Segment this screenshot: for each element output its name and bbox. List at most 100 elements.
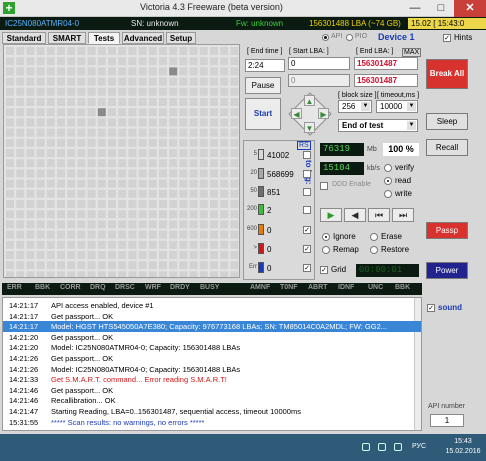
scan-block [220,220,229,229]
reverse-button[interactable]: ◀ [344,208,366,222]
arrow-left-icon[interactable]: ◀ [291,108,302,119]
log-row[interactable]: 14:21:47 Starting Reading, LBA=0..1563014… [3,406,421,417]
skip-forward-button[interactable]: ⏭ [392,208,414,222]
scan-block [87,210,96,219]
stat-log-checkbox[interactable]: ✓ [303,226,311,234]
scan-block [199,159,208,168]
log-row[interactable]: 14:21:33 Get S.M.A.R.T. command... Error … [3,374,421,385]
stat-log-checkbox[interactable] [303,206,311,214]
maximize-button[interactable]: □ [428,0,454,17]
skip-back-button[interactable]: ⏮ [368,208,390,222]
log-row[interactable]: 15:31:55 ***** Scan results: no warnings,… [3,417,421,428]
log-row[interactable]: 14:21:46 Get passport... OK [3,385,421,396]
play-button[interactable]: ▶ [320,208,342,222]
log-row[interactable]: 14:21:26 Model: IC25N080ATMR04-0; Capacit… [3,364,421,375]
stat-threshold: 600 [246,226,257,232]
scan-block [26,240,35,249]
pause-button[interactable]: Pause [245,77,281,94]
scan-block [118,210,127,219]
scan-block [179,128,188,137]
ignore-radio[interactable] [322,233,330,241]
log-row[interactable]: 14:21:20 Get passport... OK [3,332,421,343]
log-row[interactable]: 14:21:20 Model: IC25N080ATMR04-0; Capacit… [3,342,421,353]
log-row[interactable]: 14:21:26 Get passport... OK [3,353,421,364]
recall-button[interactable]: Recall [426,139,468,156]
scan-block [128,189,137,198]
clock-time[interactable]: 15:43 [443,438,483,445]
stat-log-checkbox[interactable] [303,170,311,178]
scan-block [128,149,137,157]
tab-setup[interactable]: Setup [166,32,196,44]
close-button[interactable]: ✕ [454,0,486,17]
stat-color-swatch [258,204,264,215]
ddd-enable-checkbox[interactable] [320,182,328,190]
erase-radio[interactable] [370,233,378,241]
end-lba-field-secondary[interactable]: 156301487 [354,74,418,87]
arrow-down-icon[interactable]: ▼ [304,122,315,133]
scan-block [138,47,147,55]
write-radio[interactable] [384,190,392,198]
scan-block [57,57,65,66]
end-action-select[interactable]: End of test ▼ [338,119,418,132]
device-label[interactable]: Device 1 [378,32,415,42]
scan-block [179,220,188,229]
passport-button[interactable]: Passp [426,222,468,239]
sleep-button[interactable]: Sleep [426,113,468,130]
network-icon[interactable] [362,443,370,451]
stat-log-checkbox[interactable] [303,151,311,159]
scan-block [179,77,188,86]
log-row[interactable]: 14:21:46 Recallibration... OK [3,395,421,406]
legend-flag: BBK [35,284,51,291]
pio-mode-radio[interactable] [346,34,353,41]
tab-advanced[interactable]: Advanced [122,32,164,44]
scan-block [159,210,167,219]
volume-icon[interactable] [378,443,386,451]
tab-standard[interactable]: Standard [2,32,46,44]
api-number-spinner[interactable]: 1 [430,414,464,427]
scan-block [199,230,208,239]
log-row[interactable]: 14:21:17 API access enabled, device #1 [3,300,421,311]
timeout-select[interactable]: 10000 ▼ [376,100,418,113]
remap-radio[interactable] [322,246,330,254]
start-lba-field[interactable]: 0 [288,57,350,70]
stat-log-checkbox[interactable]: ✓ [303,264,311,272]
arrow-right-icon[interactable]: ▶ [318,108,329,119]
end-time-label: [ End time ] [247,48,283,55]
stat-count: 0 [267,226,272,235]
scan-block [16,108,25,117]
log-row[interactable]: 14:21:17 Get passport... OK [3,311,421,322]
tab-smart[interactable]: SMART [48,32,86,44]
input-language[interactable]: РУС [412,443,426,450]
scan-block [57,149,65,157]
max-lba-button[interactable]: MAX [402,48,422,57]
end-lba-field[interactable]: 156301487 [354,57,418,70]
block-size-select[interactable]: 256 ▼ [338,100,372,113]
tab-tests[interactable]: Tests [88,32,120,44]
log-row[interactable]: 14:21:17 Model: HGST HTS545050A7E380; Cap… [3,321,421,333]
stat-log-checkbox[interactable]: ✓ [303,245,311,253]
minimize-button[interactable]: — [402,0,428,17]
end-time-field[interactable]: 2:24 [245,59,285,72]
restore-radio[interactable] [370,246,378,254]
scan-block [148,261,157,270]
timeout-value: 10000 [380,102,403,111]
clock-date[interactable]: 15.02.2016 [443,448,483,455]
reset-stats-button[interactable]: RS [297,141,311,150]
api-mode-radio[interactable] [322,34,329,41]
stat-color-swatch [258,149,264,160]
battery-icon[interactable] [394,443,402,451]
start-button[interactable]: Start [245,98,281,130]
verify-radio[interactable] [384,164,392,172]
hints-checkbox[interactable]: ✓ [443,34,451,42]
break-all-button[interactable]: Break All [426,59,468,89]
arrow-up-icon[interactable]: ▲ [304,95,315,106]
sound-checkbox[interactable]: ✓ [427,304,435,312]
scan-block [179,149,188,157]
scan-block [230,251,239,259]
read-radio[interactable] [384,177,392,185]
power-button[interactable]: Power [426,262,468,279]
stat-log-checkbox[interactable] [303,188,311,196]
event-log[interactable]: 14:21:17 API access enabled, device #1 14:… [2,297,422,431]
scan-block [199,118,208,127]
grid-checkbox[interactable]: ✓ [320,266,328,274]
